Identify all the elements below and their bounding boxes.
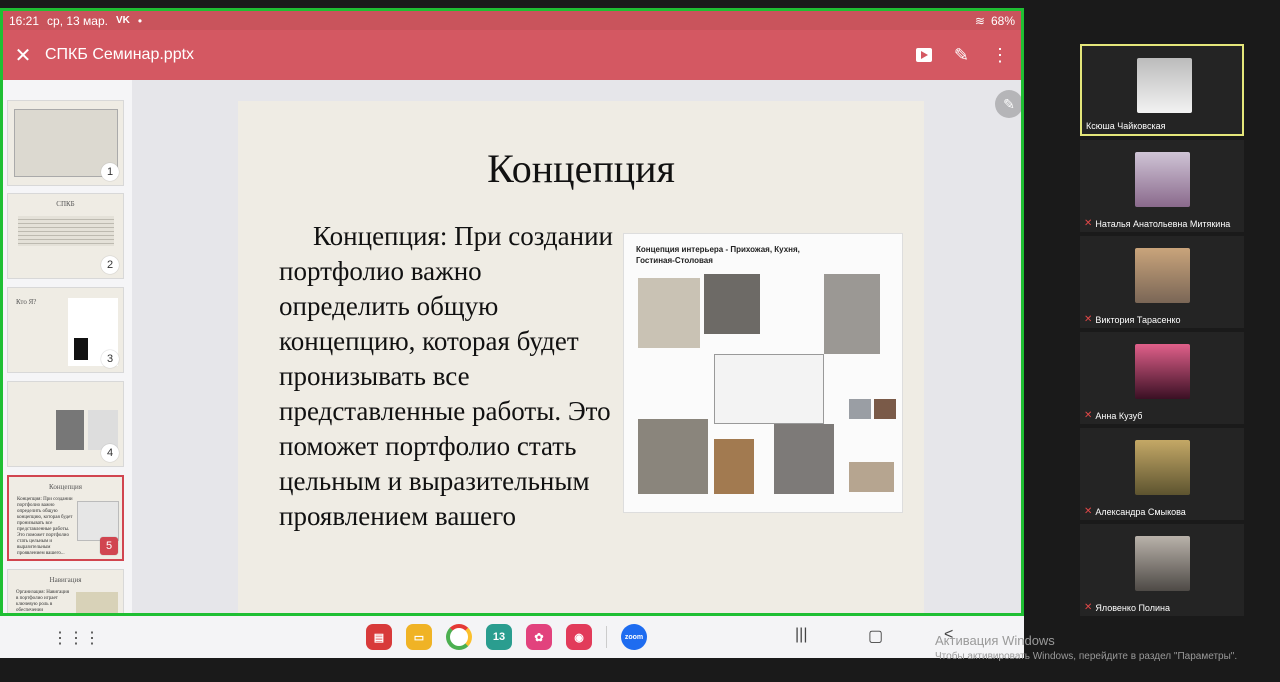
avatar: [1135, 152, 1190, 207]
app-dock: ▤ ▭ 13 ✿ ◉ zoom: [366, 624, 647, 650]
app-bar: ✕ СПКБ Семинар.pptx ✎ ⋮: [3, 30, 1021, 80]
close-icon[interactable]: ✕: [3, 43, 43, 68]
slide-thumb-3[interactable]: Кто Я? 3: [7, 287, 124, 373]
participant-name: ✕ Анна Кузуб: [1084, 410, 1143, 421]
slide-thumb-5[interactable]: Концепция Концепция: При создании портфо…: [7, 475, 124, 561]
participant-tile[interactable]: ✕ Яловенко Полина: [1080, 524, 1244, 616]
participant-name: ✕ Александра Смыкова: [1084, 506, 1186, 517]
calendar-app-icon[interactable]: 13: [486, 624, 512, 650]
participant-name: ✕ Виктория Тарасенко: [1084, 314, 1181, 325]
interior-concept-image: Концепция интерьера - Прихожая, Кухня, Г…: [623, 233, 903, 513]
app-drawer-icon[interactable]: ⋮⋮⋮: [52, 628, 100, 648]
notes-app-icon[interactable]: ▤: [366, 624, 392, 650]
slide-thumb-title: Концепция: [49, 483, 82, 491]
slide-thumb-2[interactable]: СПКБ 2: [7, 193, 124, 279]
shared-screen: 16:21 ср, 13 мар. VK • ≋ 68% ✕ СПКБ Семи…: [0, 8, 1024, 616]
participant-name: ✕ Наталья Анатольевна Митякина: [1084, 218, 1231, 229]
wifi-icon: ≋: [974, 13, 985, 28]
slide-viewer: Концепция Концепция: При создании портфо…: [132, 80, 1021, 613]
files-app-icon[interactable]: ▭: [406, 624, 432, 650]
avatar: [1135, 536, 1190, 591]
recents-icon[interactable]: |||: [795, 626, 807, 644]
more-options-icon[interactable]: ⋮: [991, 45, 1009, 66]
participant-tile[interactable]: Ксюша Чайковская: [1080, 44, 1244, 136]
slide-number: 1: [101, 163, 119, 181]
avatar: [1135, 440, 1190, 495]
avatar: [1135, 248, 1190, 303]
slide-thumb-title: СПКБ: [56, 200, 75, 208]
status-time: 16:21: [9, 13, 40, 28]
current-slide: Концепция Концепция: При создании портфо…: [238, 101, 924, 613]
slide-thumb-title: Навигация: [49, 576, 82, 584]
participant-tile[interactable]: ✕ Наталья Анатольевна Митякина: [1080, 140, 1244, 232]
edit-icon[interactable]: ✎: [954, 45, 969, 66]
avatar: [1137, 58, 1192, 113]
participant-name: Ксюша Чайковская: [1086, 121, 1166, 131]
slide-thumbnails: 1 СПКБ 2 Кто Я? 3 4 Концепция Концепция:…: [3, 80, 132, 613]
tablet-status-bar: 16:21 ср, 13 мар. VK • ≋ 68%: [3, 11, 1021, 30]
camera-app-icon[interactable]: ◉: [566, 624, 592, 650]
dock-separator: [606, 626, 607, 648]
slide-thumb-text: Концепция: При создании портфолио важно …: [17, 497, 73, 556]
slide-number: 4: [101, 444, 119, 462]
pencil-icon[interactable]: ✎: [995, 90, 1021, 118]
participant-tile[interactable]: ✕ Виктория Тарасенко: [1080, 236, 1244, 328]
watermark-title: Активация Windows: [935, 633, 1055, 648]
slide-thumb-1[interactable]: 1: [7, 100, 124, 186]
vk-icon: VK: [116, 15, 130, 26]
windows-activation-watermark: Активация Windows Чтобы активировать Win…: [935, 633, 1237, 662]
participant-tile[interactable]: ✕ Анна Кузуб: [1080, 332, 1244, 424]
zoom-app-icon[interactable]: zoom: [621, 624, 647, 650]
chrome-app-icon[interactable]: [446, 624, 472, 650]
participant-name: ✕ Яловенко Полина: [1084, 602, 1170, 613]
watermark-text: Чтобы активировать Windows, перейдите в …: [935, 651, 1238, 662]
android-navigation-bar: ⋮⋮⋮ ▤ ▭ 13 ✿ ◉ zoom ||| ▢ <: [0, 616, 1024, 658]
document-title: СПКБ Семинар.pptx: [45, 46, 195, 63]
slide-body-text: Концепция: При создании портфолио важно …: [279, 221, 613, 531]
mic-muted-icon: ✕: [1084, 218, 1093, 229]
participant-tile[interactable]: ✕ Александра Смыкова: [1080, 428, 1244, 520]
mic-muted-icon: ✕: [1084, 506, 1093, 517]
collage-title: Концепция интерьера - Прихожая, Кухня, Г…: [636, 245, 800, 265]
mic-muted-icon: ✕: [1084, 410, 1093, 421]
avatar: [1135, 344, 1190, 399]
battery-level: 68%: [990, 13, 1015, 28]
slide-thumb-text: Организация: Навигация в портфолио играе…: [16, 590, 70, 613]
notification-dot-icon: •: [137, 13, 143, 28]
gallery-app-icon[interactable]: ✿: [526, 624, 552, 650]
slide-thumb-6[interactable]: Навигация Организация: Навигация в портф…: [7, 569, 124, 613]
mic-muted-icon: ✕: [1084, 602, 1093, 613]
slide-title: Концепция: [487, 146, 675, 191]
home-icon[interactable]: ▢: [868, 626, 883, 646]
present-icon[interactable]: [915, 48, 932, 62]
slide-number: 2: [101, 256, 119, 274]
slide-thumb-4[interactable]: 4: [7, 381, 124, 467]
slide-number: 5: [100, 537, 118, 555]
status-date: ср, 13 мар.: [47, 13, 108, 28]
mic-muted-icon: ✕: [1084, 314, 1093, 325]
slide-number: 3: [101, 350, 119, 368]
zoom-meeting-window: 16:21 ср, 13 мар. VK • ≋ 68% ✕ СПКБ Семи…: [0, 0, 1280, 682]
